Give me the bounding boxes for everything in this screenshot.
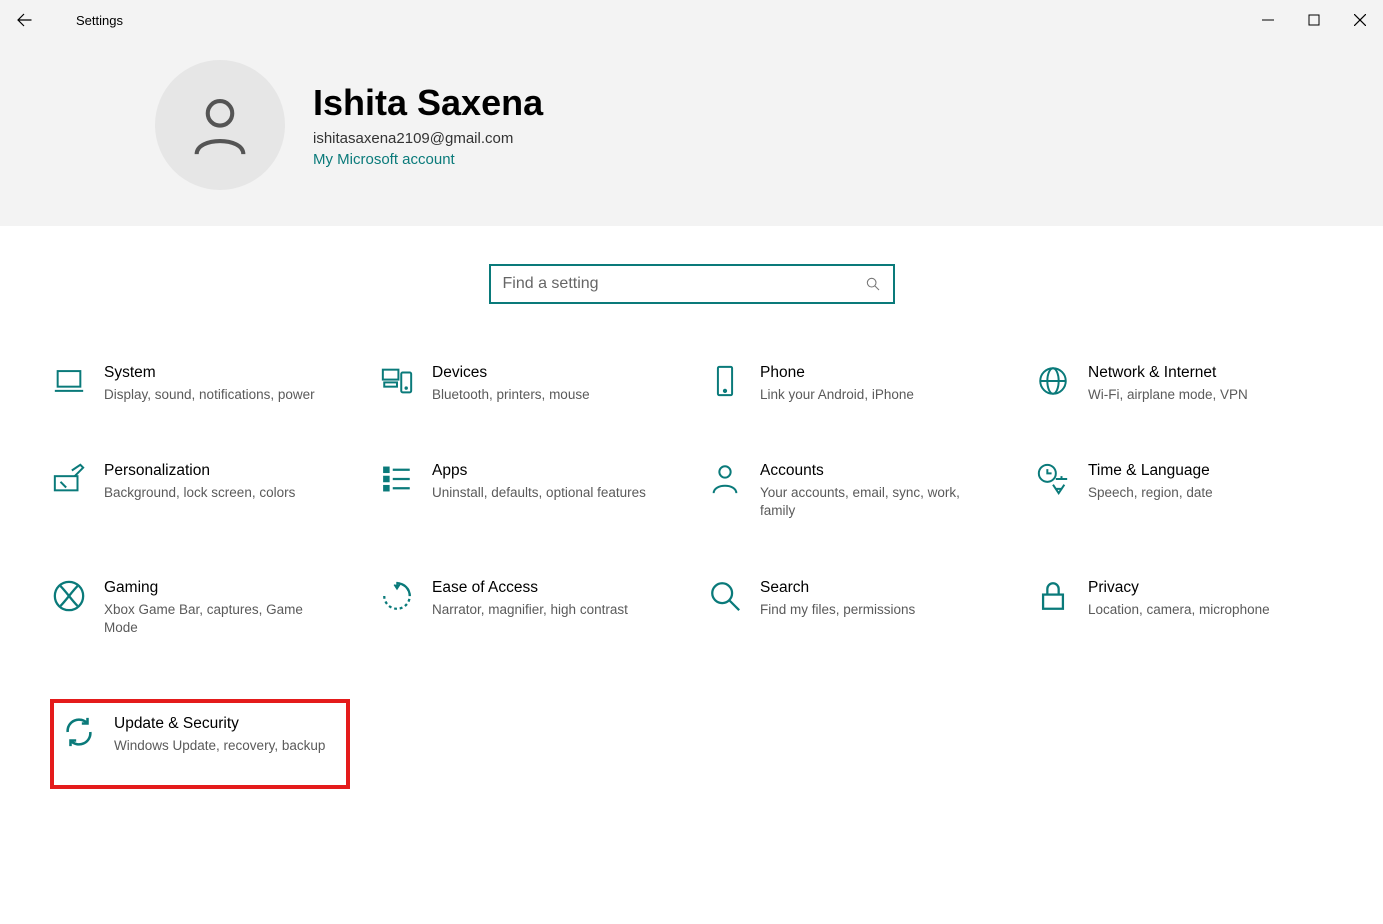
settings-grid: System Display, sound, notifications, pow… <box>0 358 1383 789</box>
minimize-button[interactable] <box>1245 0 1291 40</box>
tile-desc: Uninstall, defaults, optional features <box>432 484 646 502</box>
tile-title: Network & Internet <box>1088 364 1248 382</box>
tile-desc: Wi-Fi, airplane mode, VPN <box>1088 386 1248 404</box>
ease-of-access-icon <box>380 579 414 613</box>
tile-apps[interactable]: Apps Uninstall, defaults, optional featur… <box>378 456 678 526</box>
tile-devices[interactable]: Devices Bluetooth, printers, mouse <box>378 358 678 410</box>
maximize-button[interactable] <box>1291 0 1337 40</box>
tile-update-security[interactable]: Update & Security Windows Update, recover… <box>50 699 350 789</box>
maximize-icon <box>1308 14 1320 26</box>
tile-desc: Find my files, permissions <box>760 601 915 619</box>
tile-title: Phone <box>760 364 914 382</box>
window-title: Settings <box>76 13 123 28</box>
tile-title: Update & Security <box>114 715 325 733</box>
tile-title: Personalization <box>104 462 295 480</box>
tile-personalization[interactable]: Personalization Background, lock screen, … <box>50 456 350 526</box>
tile-ease-of-access[interactable]: Ease of Access Narrator, magnifier, high … <box>378 573 678 643</box>
tile-title: Search <box>760 579 915 597</box>
search-box[interactable] <box>489 264 895 304</box>
minimize-icon <box>1262 14 1274 26</box>
tile-network[interactable]: Network & Internet Wi-Fi, airplane mode, … <box>1034 358 1334 410</box>
tile-gaming[interactable]: Gaming Xbox Game Bar, captures, Game Mode <box>50 573 350 643</box>
search-container <box>0 226 1383 358</box>
account-info: Ishita Saxena ishitasaxena2109@gmail.com… <box>313 82 543 168</box>
close-icon <box>1354 14 1366 26</box>
laptop-icon <box>52 364 86 398</box>
time-language-icon <box>1036 462 1070 496</box>
person-icon <box>185 90 255 160</box>
magnifier-icon <box>708 579 742 613</box>
tile-desc: Xbox Game Bar, captures, Game Mode <box>104 601 340 637</box>
phone-icon <box>708 364 742 398</box>
avatar[interactable] <box>155 60 285 190</box>
tile-desc: Narrator, magnifier, high contrast <box>432 601 628 619</box>
devices-icon <box>380 364 414 398</box>
tile-desc: Speech, region, date <box>1088 484 1213 502</box>
arrow-left-icon <box>15 11 33 29</box>
sync-icon <box>62 715 96 749</box>
tile-title: Time & Language <box>1088 462 1213 480</box>
tile-desc: Your accounts, email, sync, work, family <box>760 484 996 520</box>
person-outline-icon <box>708 462 742 496</box>
xbox-icon <box>52 579 86 613</box>
tile-title: Ease of Access <box>432 579 628 597</box>
close-button[interactable] <box>1337 0 1383 40</box>
tile-title: System <box>104 364 315 382</box>
tile-accounts[interactable]: Accounts Your accounts, email, sync, work… <box>706 456 1006 526</box>
paint-icon <box>52 462 86 496</box>
tile-desc: Background, lock screen, colors <box>104 484 295 502</box>
tile-title: Accounts <box>760 462 996 480</box>
tile-phone[interactable]: Phone Link your Android, iPhone <box>706 358 1006 410</box>
tile-search[interactable]: Search Find my files, permissions <box>706 573 1006 643</box>
back-button[interactable] <box>0 0 48 40</box>
tile-time-language[interactable]: Time & Language Speech, region, date <box>1034 456 1334 526</box>
tile-system[interactable]: System Display, sound, notifications, pow… <box>50 358 350 410</box>
tile-privacy[interactable]: Privacy Location, camera, microphone <box>1034 573 1334 643</box>
tile-title: Devices <box>432 364 590 382</box>
tile-desc: Link your Android, iPhone <box>760 386 914 404</box>
microsoft-account-link[interactable]: My Microsoft account <box>313 151 543 168</box>
tile-title: Apps <box>432 462 646 480</box>
tile-desc: Windows Update, recovery, backup <box>114 737 325 755</box>
apps-icon <box>380 462 414 496</box>
tile-desc: Bluetooth, printers, mouse <box>432 386 590 404</box>
tile-title: Gaming <box>104 579 340 597</box>
globe-icon <box>1036 364 1070 398</box>
user-email: ishitasaxena2109@gmail.com <box>313 130 543 147</box>
account-header: Ishita Saxena ishitasaxena2109@gmail.com… <box>0 40 1383 226</box>
tile-desc: Display, sound, notifications, power <box>104 386 315 404</box>
lock-icon <box>1036 579 1070 613</box>
search-icon <box>865 276 881 292</box>
user-name: Ishita Saxena <box>313 82 543 124</box>
titlebar: Settings <box>0 0 1383 40</box>
tile-desc: Location, camera, microphone <box>1088 601 1270 619</box>
search-input[interactable] <box>503 275 865 293</box>
tile-title: Privacy <box>1088 579 1270 597</box>
